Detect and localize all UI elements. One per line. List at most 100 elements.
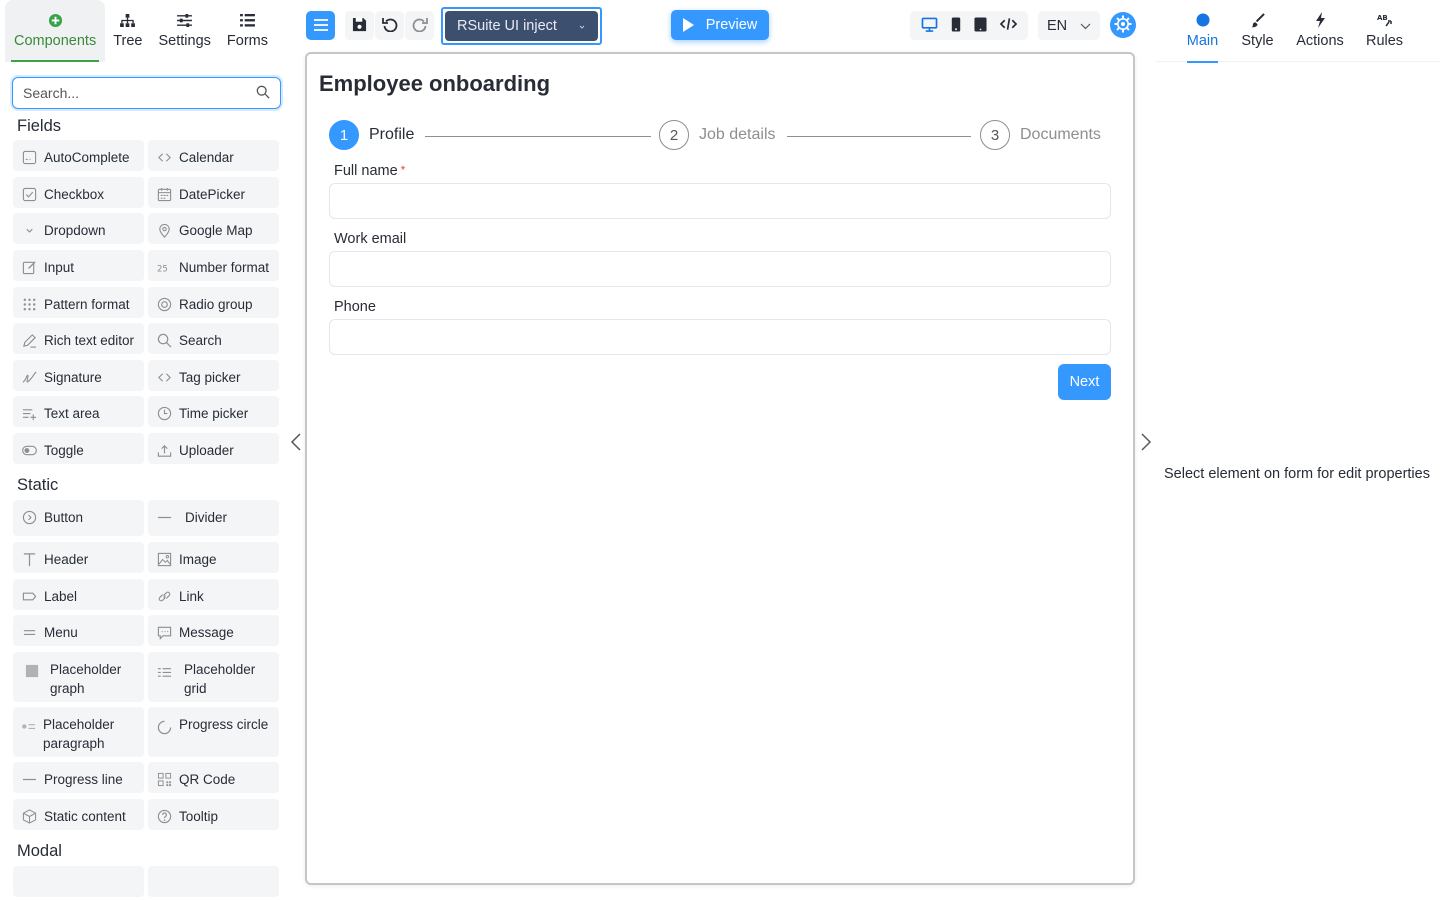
component-tag-picker[interactable]: Tag picker: [148, 360, 279, 391]
hamburger-icon: [313, 18, 328, 34]
clock-icon: [156, 405, 172, 421]
component-label: Calendar: [179, 150, 234, 165]
tab-actions[interactable]: Actions: [1296, 0, 1344, 62]
component-label: Signature: [44, 370, 102, 385]
undo-button[interactable]: [375, 11, 404, 40]
dot-icon: [1196, 11, 1210, 29]
tab-label: Components: [14, 33, 97, 49]
component-search[interactable]: Search: [148, 323, 279, 354]
field-label-text: Full name: [334, 163, 398, 179]
tab-label: Rules: [1365, 33, 1404, 49]
properties-hint: Select element on form for edit properti…: [1164, 466, 1430, 482]
tablet-icon[interactable]: [974, 17, 987, 35]
component-placeholder-grid[interactable]: Placeholder grid: [148, 652, 279, 702]
right-tabs: Main Style Actions AB Rules: [1155, 0, 1440, 63]
menu-lines-icon: [21, 624, 37, 640]
form-title[interactable]: Employee onboarding: [319, 71, 550, 97]
grid-lines-icon: [156, 663, 172, 679]
work-email-input[interactable]: [329, 251, 1111, 287]
step-documents[interactable]: 3 Documents: [980, 120, 1101, 150]
component-signature[interactable]: Signature: [13, 360, 144, 391]
component-checkbox[interactable]: Checkbox: [13, 177, 144, 208]
step-connector: [425, 136, 651, 137]
search-icon[interactable]: [256, 85, 270, 102]
desktop-icon[interactable]: [921, 17, 938, 35]
tab-components[interactable]: Components: [5, 0, 106, 62]
tab-rules[interactable]: AB Rules: [1366, 0, 1403, 62]
component-text-area[interactable]: Text area: [13, 396, 144, 427]
component-tooltip[interactable]: Tooltip: [148, 799, 279, 830]
component-toggle[interactable]: Toggle: [13, 433, 144, 464]
component-label: Button: [44, 510, 84, 525]
tab-settings[interactable]: Settings: [151, 0, 219, 62]
label-tag-icon: [21, 588, 37, 604]
component-modal-placeholder[interactable]: [13, 866, 144, 897]
square-icon: [24, 663, 40, 679]
search-input[interactable]: [23, 85, 256, 101]
tab-forms[interactable]: Forms: [219, 0, 276, 62]
component-message[interactable]: Message: [148, 615, 279, 646]
step-job-details[interactable]: 2 Job details: [659, 120, 776, 150]
section-title-static: Static: [17, 476, 59, 494]
component-divider[interactable]: Divider: [148, 500, 279, 536]
menu-button[interactable]: [306, 11, 335, 40]
component-static-content[interactable]: Static content: [13, 799, 144, 830]
component-link[interactable]: Link: [148, 579, 279, 610]
step-profile[interactable]: 1 Profile: [329, 120, 414, 150]
signature-icon: [21, 369, 37, 385]
component-radio-group[interactable]: Radio group: [148, 287, 279, 318]
list-icon: [240, 11, 255, 29]
code-icon[interactable]: [1000, 17, 1018, 34]
component-placeholder-paragraph[interactable]: Placeholder paragraph: [13, 707, 144, 757]
theme-settings-button[interactable]: [1110, 12, 1136, 38]
component-progress-line[interactable]: Progress line: [13, 762, 144, 793]
component-button[interactable]: Button: [13, 500, 144, 536]
component-modal-placeholder[interactable]: [148, 866, 279, 897]
component-placeholder-graph[interactable]: Placeholder graph: [13, 652, 144, 702]
component-datepicker[interactable]: DatePicker: [148, 177, 279, 208]
component-uploader[interactable]: Uploader: [148, 433, 279, 464]
component-image[interactable]: Image: [148, 542, 279, 573]
component-pattern-format[interactable]: Pattern format: [13, 287, 144, 318]
tab-style[interactable]: Style: [1241, 0, 1274, 62]
component-google-map[interactable]: Google Map: [148, 213, 279, 244]
collapse-left-panel-button[interactable]: [289, 432, 303, 452]
tab-tree[interactable]: Tree: [105, 0, 150, 62]
component-label: Message: [179, 625, 234, 640]
component-label[interactable]: Label: [13, 579, 144, 610]
component-qr-code[interactable]: QR Code: [148, 762, 279, 793]
step-number: 3: [980, 120, 1010, 150]
phone-input[interactable]: [329, 319, 1111, 355]
component-label: Header: [44, 552, 89, 567]
chevron-down-icon: [1080, 18, 1091, 34]
component-time-picker[interactable]: Time picker: [148, 396, 279, 427]
redo-button[interactable]: [405, 11, 434, 40]
component-input[interactable]: Input: [13, 250, 144, 281]
required-mark: *: [400, 163, 406, 177]
tab-main[interactable]: Main: [1186, 0, 1219, 63]
component-calendar[interactable]: Calendar: [148, 140, 279, 171]
cube-icon: [21, 808, 37, 824]
language-select[interactable]: EN: [1038, 11, 1100, 40]
component-number-format[interactable]: 25 Number format: [148, 250, 279, 281]
component-label: Tooltip: [179, 809, 219, 824]
component-progress-circle[interactable]: Progress circle: [148, 707, 279, 757]
section-title-fields: Fields: [17, 117, 62, 135]
form-canvas[interactable]: Employee onboarding 1 Profile 2 Job deta…: [305, 52, 1135, 885]
component-header[interactable]: Header: [13, 542, 144, 573]
preview-button[interactable]: Preview: [671, 10, 769, 40]
mobile-icon[interactable]: [951, 16, 961, 35]
component-autocomplete[interactable]: AutoComplete: [13, 140, 144, 171]
component-dropdown[interactable]: Dropdown: [13, 213, 144, 244]
component-menu[interactable]: Menu: [13, 615, 144, 646]
save-button[interactable]: [345, 11, 374, 40]
step-label: Documents: [1020, 126, 1101, 143]
collapse-right-panel-button[interactable]: [1139, 432, 1153, 452]
component-rich-text-editor[interactable]: Rich text editor: [13, 323, 144, 354]
component-search[interactable]: [12, 77, 281, 109]
next-button[interactable]: Next: [1058, 364, 1111, 400]
full-name-input[interactable]: [329, 183, 1111, 219]
tab-label: Main: [1186, 33, 1219, 49]
theme-select[interactable]: RSuite UI inject: [441, 7, 602, 45]
tab-label: Actions: [1296, 33, 1344, 49]
